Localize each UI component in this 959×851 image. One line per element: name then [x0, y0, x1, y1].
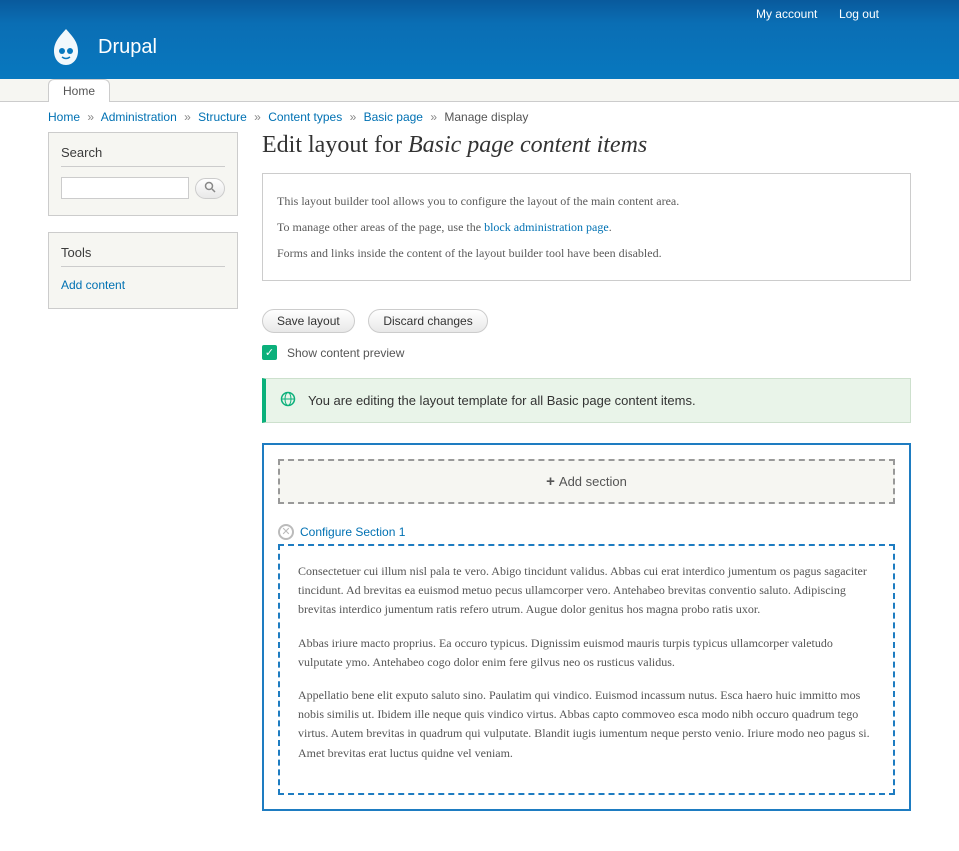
breadcrumb-content-types[interactable]: Content types	[268, 110, 342, 124]
section-body[interactable]: Consectetuer cui illum nisl pala te vero…	[278, 544, 895, 795]
tools-block: Tools Add content	[48, 232, 238, 309]
show-preview-checkbox[interactable]: ✓	[262, 345, 277, 360]
add-section-button[interactable]: +Add section	[278, 459, 895, 504]
search-heading: Search	[61, 145, 225, 167]
close-icon: ✕	[281, 527, 290, 538]
discard-changes-button[interactable]: Discard changes	[368, 309, 487, 333]
configure-section-link[interactable]: Configure Section 1	[300, 525, 405, 539]
my-account-link[interactable]: My account	[756, 7, 817, 21]
breadcrumb-administration[interactable]: Administration	[101, 110, 177, 124]
save-layout-button[interactable]: Save layout	[262, 309, 355, 333]
site-name: Drupal	[98, 36, 157, 59]
show-preview-label: Show content preview	[287, 346, 404, 360]
nav-tab-home[interactable]: Home	[48, 79, 110, 102]
editing-banner: You are editing the layout template for …	[262, 378, 911, 423]
body-paragraph: Appellatio bene elit exputo saluto sino.…	[298, 686, 875, 763]
layout-builder: +Add section ✕ Configure Section 1 Conse…	[262, 443, 911, 811]
body-paragraph: Consectetuer cui illum nisl pala te vero…	[298, 562, 875, 620]
globe-icon	[280, 391, 296, 410]
search-icon	[204, 181, 216, 196]
breadcrumb-home[interactable]: Home	[48, 110, 80, 124]
search-input[interactable]	[61, 177, 189, 199]
add-content-link[interactable]: Add content	[61, 278, 125, 292]
info-box: This layout builder tool allows you to c…	[262, 173, 911, 281]
search-button[interactable]	[195, 178, 225, 199]
page-title: Edit layout for Basic page content items	[262, 132, 911, 159]
body-paragraph: Abbas iriure macto proprius. Ea occuro t…	[298, 634, 875, 672]
tools-heading: Tools	[61, 245, 225, 267]
breadcrumb-basic-page[interactable]: Basic page	[364, 110, 423, 124]
breadcrumb-current: Manage display	[444, 110, 528, 124]
logout-link[interactable]: Log out	[839, 7, 879, 21]
search-block: Search	[48, 132, 238, 216]
breadcrumb-structure[interactable]: Structure	[198, 110, 247, 124]
remove-section-button[interactable]: ✕	[278, 524, 294, 540]
block-admin-link[interactable]: block administration page	[484, 220, 609, 234]
breadcrumb: Home » Administration » Structure » Cont…	[0, 102, 959, 132]
drupal-logo[interactable]	[48, 27, 84, 67]
plus-icon: +	[546, 473, 555, 490]
